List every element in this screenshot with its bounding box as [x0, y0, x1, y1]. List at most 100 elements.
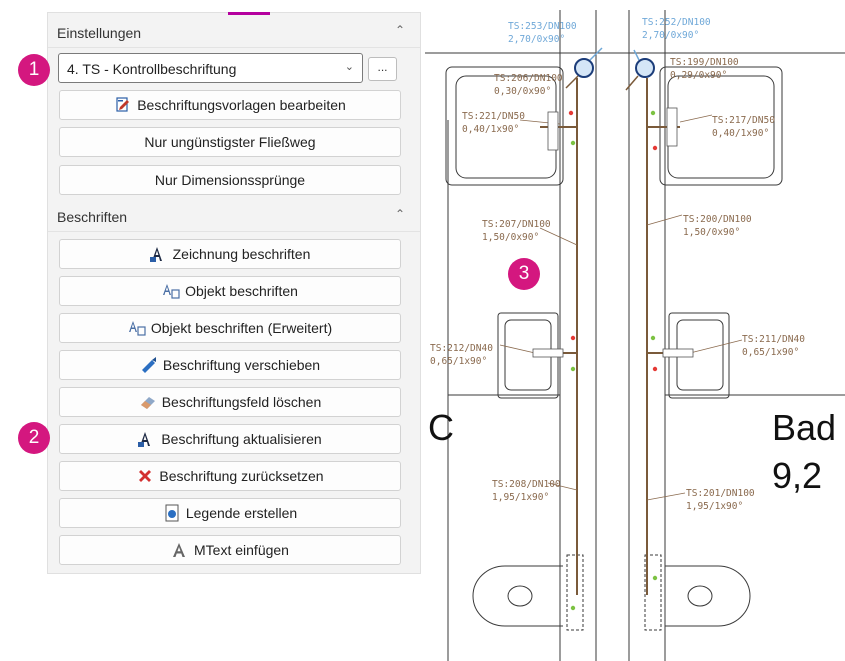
- pipe-label-ts211: TS:211/DN40 0,65/1x90°: [742, 333, 805, 359]
- template-select[interactable]: 4. TS - Kontrollbeschriftung ⌄: [58, 53, 363, 83]
- pipe-label-ts199: TS:199/DN100 0,29/0x90°: [670, 56, 739, 82]
- pipe-label-ts212: TS:212/DN40 0,65/1x90°: [430, 342, 493, 368]
- wc-left: [472, 565, 563, 627]
- leader-line: [689, 339, 743, 354]
- label-line: 0,40/1x90°: [712, 128, 770, 139]
- callout-badge-3: 3: [508, 258, 540, 290]
- label-line: 2,70/0x90°: [508, 34, 566, 45]
- section-divider: [48, 231, 420, 232]
- pipe-label-ts221: TS:221/DN50 0,40/1x90°: [462, 110, 525, 136]
- button-label: Objekt beschriften: [185, 283, 298, 299]
- button-label: Beschriftungsfeld löschen: [161, 394, 322, 410]
- valve-symbol: [532, 348, 564, 358]
- section-divider: [48, 47, 420, 48]
- green-dot: [650, 335, 656, 341]
- mtext-icon: [171, 541, 189, 559]
- room-letter: C: [428, 407, 454, 448]
- button-label: Nur ungünstigster Fließweg: [144, 134, 316, 150]
- more-options-button[interactable]: ...: [368, 57, 397, 81]
- label-line: 0,65/1x90°: [742, 347, 800, 358]
- insert-mtext-button[interactable]: MText einfügen: [59, 535, 401, 565]
- wc-right: [665, 565, 751, 627]
- red-dot: [570, 335, 576, 341]
- leader-line: [646, 492, 686, 501]
- panel-tab-indicator: [228, 12, 270, 15]
- label-drawing-icon: [149, 245, 168, 263]
- pipe-label-ts252: TS:252/DN100 2,70/0x90°: [642, 16, 711, 42]
- pipe-label-ts201: TS:201/DN100 1,95/1x90°: [686, 487, 755, 513]
- red-x-icon: [136, 467, 154, 485]
- dimension-jumps-button[interactable]: Nur Dimensionssprünge: [59, 165, 401, 195]
- drain-arrow: [625, 75, 639, 91]
- room-area: 9,2: [772, 455, 823, 496]
- button-label: Legende erstellen: [185, 505, 298, 521]
- label-line: 0,40/1x90°: [462, 124, 520, 135]
- settings-section-header[interactable]: Einstellungen ⌃: [48, 18, 420, 46]
- chevron-up-icon[interactable]: ⌃: [395, 207, 405, 221]
- label-line: 1,50/0x90°: [683, 227, 741, 238]
- edit-label-templates-button[interactable]: Beschriftungsvorlagen bearbeiten: [59, 90, 401, 120]
- label-line: TS:221/DN50: [462, 111, 525, 122]
- label-line: 2,70/0x90°: [642, 30, 700, 41]
- pipe-label-ts206: TS:206/DN100 0,30/0x90°: [494, 72, 563, 98]
- red-dot: [568, 110, 574, 116]
- label-object-extended-button[interactable]: Objekt beschriften (Erweitert): [59, 313, 401, 343]
- update-label-button[interactable]: Beschriftung aktualisieren: [59, 424, 401, 454]
- button-label: Objekt beschriften (Erweitert): [150, 320, 333, 336]
- valve-symbol: [666, 107, 678, 147]
- label-line: TS:200/DN100: [683, 214, 752, 225]
- edit-template-icon: [114, 96, 132, 114]
- label-line: TS:217/DN50: [712, 115, 775, 126]
- chevron-up-icon[interactable]: ⌃: [395, 23, 405, 37]
- green-dot: [650, 110, 656, 116]
- button-label: Beschriftung verschieben: [162, 357, 321, 373]
- valve-symbol: [662, 348, 694, 358]
- chevron-down-icon[interactable]: ⌄: [345, 60, 354, 73]
- label-section-header[interactable]: Beschriften ⌃: [48, 202, 420, 230]
- green-dot: [570, 366, 576, 372]
- worst-flow-path-button[interactable]: Nur ungünstigster Fließweg: [59, 127, 401, 157]
- move-label-icon: [140, 356, 158, 374]
- green-dot: [570, 140, 576, 146]
- vent-arrow: [633, 49, 640, 61]
- label-section-title: Beschriften: [57, 209, 128, 225]
- label-object-button[interactable]: Objekt beschriften: [59, 276, 401, 306]
- label-line: 0,65/1x90°: [430, 356, 488, 367]
- label-line: 0,30/0x90°: [494, 86, 552, 97]
- reset-label-button[interactable]: Beschriftung zurücksetzen: [59, 461, 401, 491]
- valve-symbol: [547, 111, 559, 151]
- update-label-icon: [138, 430, 156, 448]
- create-legend-button[interactable]: Legende erstellen: [59, 498, 401, 528]
- button-label: Zeichnung beschriften: [172, 246, 311, 262]
- label-line: 1,95/1x90°: [686, 501, 744, 512]
- pipe-label-ts200: TS:200/DN100 1,50/0x90°: [683, 213, 752, 239]
- delete-label-field-button[interactable]: Beschriftungsfeld löschen: [59, 387, 401, 417]
- label-line: TS:208/DN100: [492, 479, 561, 490]
- label-line: 1,50/0x90°: [482, 232, 540, 243]
- red-dot: [652, 366, 658, 372]
- move-label-button[interactable]: Beschriftung verschieben: [59, 350, 401, 380]
- label-line: TS:199/DN100: [670, 57, 739, 68]
- pipe-label-ts207: TS:207/DN100 1,50/0x90°: [482, 218, 551, 244]
- label-drawing-button[interactable]: Zeichnung beschriften: [59, 239, 401, 269]
- label-line: TS:253/DN100: [508, 21, 577, 32]
- label-line: 1,95/1x90°: [492, 492, 550, 503]
- wc-left-frame: [566, 554, 584, 631]
- label-line: TS:201/DN100: [686, 488, 755, 499]
- label-object-extended-icon: [128, 319, 146, 337]
- green-dot: [652, 575, 658, 581]
- eraser-icon: [139, 393, 157, 411]
- green-dot: [570, 605, 576, 611]
- label-line: TS:212/DN40: [430, 343, 493, 354]
- label-line: TS:211/DN40: [742, 334, 805, 345]
- wc-right-bowl: [687, 585, 713, 607]
- label-line: TS:206/DN100: [494, 73, 563, 84]
- pipe-label-ts208: TS:208/DN100 1,95/1x90°: [492, 478, 561, 504]
- template-select-value: 4. TS - Kontrollbeschriftung: [67, 61, 237, 77]
- label-line: TS:252/DN100: [642, 17, 711, 28]
- room-name: Bad: [772, 407, 837, 448]
- vent-stack-left: [574, 58, 594, 78]
- button-label: MText einfügen: [194, 542, 289, 558]
- wc-left-bowl: [507, 585, 533, 607]
- button-label: Nur Dimensionssprünge: [154, 172, 306, 188]
